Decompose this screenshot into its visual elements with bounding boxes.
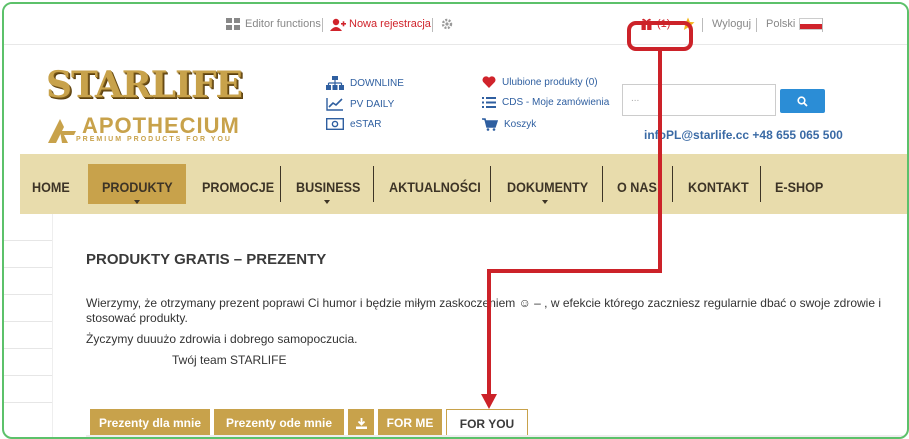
page-frame: Editor functions Nowa rejestracja (1) Wy…: [2, 2, 909, 439]
annotation-arrow: [481, 51, 662, 409]
